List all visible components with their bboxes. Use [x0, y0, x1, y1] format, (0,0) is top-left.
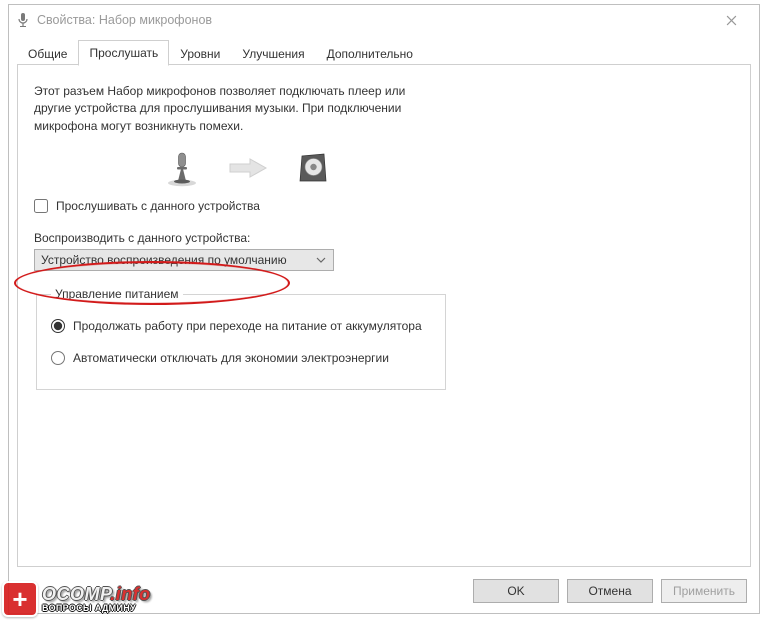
- apply-button: Применить: [661, 579, 747, 603]
- watermark-brand: OCOMP.info: [42, 585, 151, 603]
- power-management-legend: Управление питанием: [51, 287, 183, 301]
- microphone-device-icon: [164, 149, 200, 187]
- cancel-button[interactable]: Отмена: [567, 579, 653, 603]
- playback-device-value: Устройство воспроизведения по умолчанию: [41, 253, 313, 267]
- power-autooff-radio[interactable]: [51, 351, 65, 365]
- dialog-buttons: OK Отмена Применить: [473, 579, 747, 603]
- arrow-right-icon: [228, 157, 268, 179]
- chevron-down-icon: [313, 252, 329, 268]
- watermark-subtitle: ВОПРОСЫ АДМИНУ: [42, 604, 151, 613]
- power-continue-row[interactable]: Продолжать работу при переходе на питани…: [51, 319, 431, 333]
- titlebar: Свойства: Набор микрофонов: [9, 5, 759, 35]
- playback-device-label: Воспроизводить с данного устройства:: [34, 231, 734, 245]
- properties-window: Свойства: Набор микрофонов Общие Прослуш…: [8, 4, 760, 614]
- tab-strip: Общие Прослушать Уровни Улучшения Дополн…: [9, 37, 759, 65]
- device-diagram: [34, 149, 734, 187]
- tab-listen[interactable]: Прослушать: [78, 40, 169, 66]
- power-management-group: Управление питанием Продолжать работу пр…: [36, 287, 446, 390]
- speaker-device-icon: [296, 151, 330, 185]
- watermark-text: OCOMP.info ВОПРОСЫ АДМИНУ: [42, 585, 151, 613]
- tab-enhancements[interactable]: Улучшения: [231, 41, 315, 66]
- tab-advanced[interactable]: Дополнительно: [316, 41, 424, 66]
- description-text: Этот разъем Набор микрофонов позволяет п…: [34, 83, 414, 135]
- close-button[interactable]: [709, 6, 753, 34]
- listen-checkbox[interactable]: [34, 199, 48, 213]
- tab-panel: Этот разъем Набор микрофонов позволяет п…: [17, 65, 751, 567]
- power-autooff-label: Автоматически отключать для экономии эле…: [73, 351, 389, 365]
- watermark-badge: +: [2, 581, 38, 617]
- listen-checkbox-label: Прослушивать с данного устройства: [56, 199, 260, 213]
- tab-levels[interactable]: Уровни: [169, 41, 231, 66]
- ok-button[interactable]: OK: [473, 579, 559, 603]
- listen-checkbox-row[interactable]: Прослушивать с данного устройства: [34, 199, 734, 213]
- microphone-icon: [15, 12, 31, 28]
- power-continue-label: Продолжать работу при переходе на питани…: [73, 319, 422, 333]
- tab-general[interactable]: Общие: [17, 41, 78, 66]
- power-continue-radio[interactable]: [51, 319, 65, 333]
- plus-icon: +: [12, 586, 27, 612]
- power-autooff-row[interactable]: Автоматически отключать для экономии эле…: [51, 351, 431, 365]
- watermark: + OCOMP.info ВОПРОСЫ АДМИНУ: [2, 581, 151, 617]
- playback-device-combo[interactable]: Устройство воспроизведения по умолчанию: [34, 249, 334, 271]
- window-title: Свойства: Набор микрофонов: [37, 13, 709, 27]
